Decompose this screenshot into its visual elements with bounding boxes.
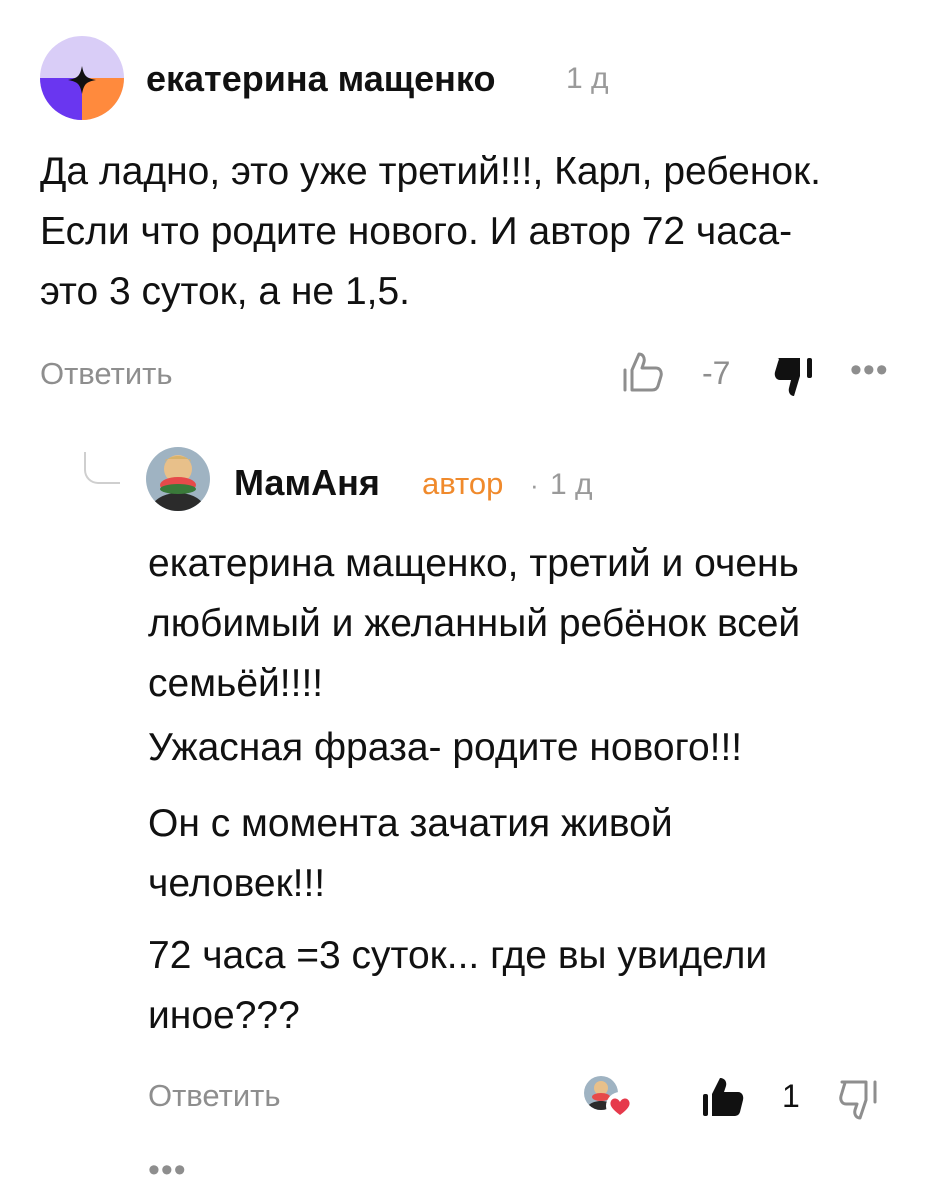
more-options-icon[interactable]: •••: [850, 353, 889, 387]
author-like-indicator: [584, 1076, 638, 1120]
reply-button[interactable]: Ответить: [148, 1078, 281, 1114]
avatar[interactable]: [146, 447, 210, 511]
thumbs-up-outline-icon: [623, 352, 663, 392]
dislike-button[interactable]: [838, 1076, 884, 1122]
reply-text: Он с момента зачатия живой человек!!!: [148, 794, 673, 914]
avatar-bottom-left: [40, 78, 82, 120]
reply-text-line: семьёй!!!!: [148, 662, 324, 705]
dislike-button[interactable]: [772, 352, 820, 400]
reply-text: екатерина мащенко, третий и очень любимы…: [148, 534, 800, 714]
heart-icon: [610, 1098, 630, 1115]
comment-text-line: это 3 суток, а не 1,5.: [40, 270, 411, 313]
reply-text-line: любимый и желанный ребёнок всей: [148, 602, 801, 645]
reply-text-line: Ужасная фраза- родите нового!!!: [148, 726, 743, 769]
author-name[interactable]: МамАня: [234, 462, 380, 504]
comment-text: Да ладно, это уже третий!!!, Карл, ребен…: [40, 142, 821, 322]
heart-badge: [606, 1092, 634, 1120]
avatar[interactable]: [40, 36, 124, 120]
reply-text-line: 72 часа =3 суток... где вы увидели: [148, 934, 768, 977]
reply-text-line: иное???: [148, 994, 300, 1037]
reply-text-line: человек!!!: [148, 862, 326, 905]
reply-text-line: Он с момента зачатия живой: [148, 802, 673, 845]
like-button[interactable]: [700, 1074, 746, 1120]
comment-text-line: Если что родите нового. И автор 72 часа-: [40, 210, 793, 253]
avatar-bottom-right: [82, 78, 124, 120]
like-count: -7: [702, 355, 731, 391]
thumbs-up-filled-icon: [703, 1078, 744, 1116]
thread-connector: [84, 452, 120, 484]
reply-text-line: екатерина мащенко, третий и очень: [148, 542, 799, 585]
separator-dot: ·: [530, 470, 539, 500]
comment-time: 1 д: [550, 468, 593, 501]
thumbs-down-filled-icon: [774, 358, 812, 396]
like-count: 1: [782, 1078, 800, 1114]
reply-text: 72 часа =3 суток... где вы увидели иное?…: [148, 926, 767, 1046]
author-badge: автор: [422, 466, 504, 501]
reply-text: Ужасная фраза- родите нового!!!: [148, 718, 742, 778]
reply-button[interactable]: Ответить: [40, 356, 173, 392]
more-options-icon[interactable]: •••: [148, 1153, 187, 1187]
like-button[interactable]: [620, 350, 664, 394]
comment-text-line: Да ладно, это уже третий!!!, Карл, ребен…: [40, 150, 821, 193]
comment-time: 1 д: [566, 62, 609, 95]
author-name[interactable]: екатерина мащенко: [146, 58, 495, 100]
thumbs-down-outline-icon: [839, 1080, 877, 1120]
